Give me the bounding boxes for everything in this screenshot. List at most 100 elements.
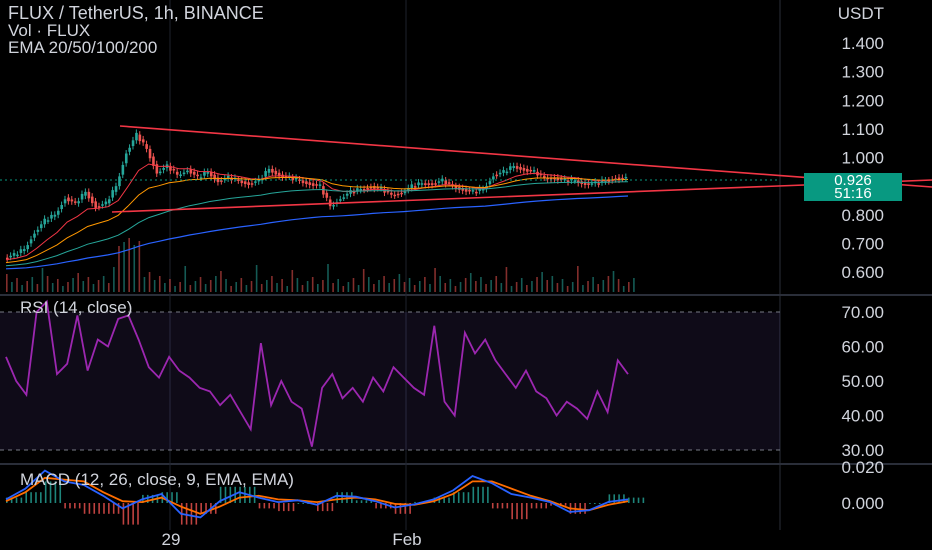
candle-body	[111, 190, 114, 198]
volume-bar	[592, 277, 594, 292]
symbol-title[interactable]: FLUX / TetherUS, 1h, BINANCE	[8, 4, 264, 22]
macd-histogram-bar	[375, 503, 377, 509]
candle-body	[356, 188, 359, 191]
macd-legend[interactable]: MACD (12, 26, close, 9, EMA, EMA)	[20, 470, 294, 490]
macd-histogram-bar	[457, 492, 460, 503]
candle-body	[417, 182, 420, 186]
macd-histogram-bar	[20, 497, 23, 503]
volume-bar	[577, 266, 579, 292]
candle-body	[400, 192, 403, 195]
macd-histogram-bar	[472, 486, 475, 503]
volume-bar	[546, 280, 549, 292]
candle-body	[403, 191, 407, 194]
candle-body	[597, 183, 601, 185]
macd-histogram-bar	[540, 503, 543, 509]
candle-body	[33, 233, 36, 238]
volume-bar	[520, 278, 523, 292]
candle-body	[172, 168, 176, 171]
candle-body	[522, 167, 526, 171]
volume-bar	[556, 283, 559, 292]
candle-body	[271, 168, 274, 173]
macd-histogram-bar	[618, 494, 620, 503]
candle-body	[124, 153, 128, 164]
macd-histogram-bar	[64, 503, 66, 509]
volume-bar	[62, 286, 64, 292]
volume-bar	[582, 285, 584, 292]
price-tick-label: 0.800	[841, 206, 884, 225]
volume-bar	[26, 281, 28, 292]
volume-bar	[179, 282, 181, 292]
candle-body	[498, 172, 502, 175]
volume-bar	[296, 278, 299, 292]
volume-bar	[169, 279, 171, 292]
volume-bar	[357, 285, 360, 292]
candle-body	[182, 172, 186, 175]
volume-bar	[597, 284, 600, 292]
candle-body	[26, 245, 29, 250]
rsi-legend[interactable]: RSI (14, close)	[20, 298, 132, 318]
candle-body	[301, 180, 305, 184]
macd-histogram-bar	[593, 503, 596, 504]
macd-histogram-bar	[176, 492, 178, 503]
volume-bar	[398, 274, 401, 292]
ema-50-line	[5, 177, 629, 264]
candle-body	[192, 171, 196, 175]
candle-body	[267, 168, 271, 173]
macd-histogram-bar	[263, 503, 266, 509]
candle-body	[84, 191, 87, 196]
macd-histogram-bar	[185, 503, 188, 525]
volume-bar	[383, 276, 385, 292]
macd-histogram-bar	[278, 503, 280, 512]
candle-body	[332, 205, 335, 207]
macd-histogram-bar	[98, 503, 100, 514]
candle-body	[250, 183, 254, 185]
volume-bar	[505, 267, 508, 292]
candle-body	[237, 179, 240, 181]
volume-bar	[378, 280, 380, 292]
macd-histogram-bar	[365, 500, 368, 503]
volume-bar	[107, 283, 110, 292]
candle-body	[308, 182, 312, 185]
price-tick-label: 1.000	[841, 149, 884, 168]
ema-legend[interactable]: EMA 20/50/100/200	[8, 39, 157, 57]
candle-body	[196, 174, 199, 177]
macd-histogram-bar	[326, 503, 329, 512]
volume-bar	[480, 277, 482, 292]
candle-body	[502, 170, 505, 173]
candle-body	[175, 171, 179, 175]
candle-body	[16, 254, 19, 257]
macd-histogram-bar	[564, 503, 567, 506]
candle-body	[492, 176, 495, 180]
last-price-tag: 0.926 51:16	[804, 173, 902, 201]
volume-bar	[332, 283, 334, 292]
candle-body	[413, 186, 417, 188]
candle-body	[101, 204, 104, 206]
chart-canvas[interactable]: USDT1.4001.3001.2001.1001.0000.9000.8000…	[0, 0, 932, 550]
candle-body	[512, 166, 516, 168]
candle-body	[345, 193, 349, 196]
macd-histogram-bar	[632, 497, 635, 503]
volume-bar	[510, 286, 513, 292]
volume-bar	[291, 270, 294, 292]
volume-bar	[607, 276, 610, 292]
candle-body	[475, 191, 478, 194]
candle-body	[67, 197, 70, 202]
volume-bar	[622, 286, 625, 292]
candle-body	[179, 174, 182, 176]
volume-bar	[128, 238, 130, 292]
volume-bar	[418, 281, 421, 292]
volume-bar	[16, 278, 18, 292]
candle-body	[19, 249, 23, 253]
candle-body	[128, 147, 131, 152]
candle-body	[396, 193, 400, 196]
candle-body	[447, 182, 451, 184]
volume-bar	[464, 278, 467, 292]
volume-bar	[21, 285, 23, 292]
volume-bar	[245, 285, 248, 292]
volume-bar	[362, 269, 365, 292]
candle-body	[468, 189, 471, 192]
macd-histogram-bar	[336, 492, 339, 503]
macd-histogram-bar	[297, 503, 300, 504]
candle-body	[543, 175, 546, 178]
volume-bar	[413, 285, 416, 292]
